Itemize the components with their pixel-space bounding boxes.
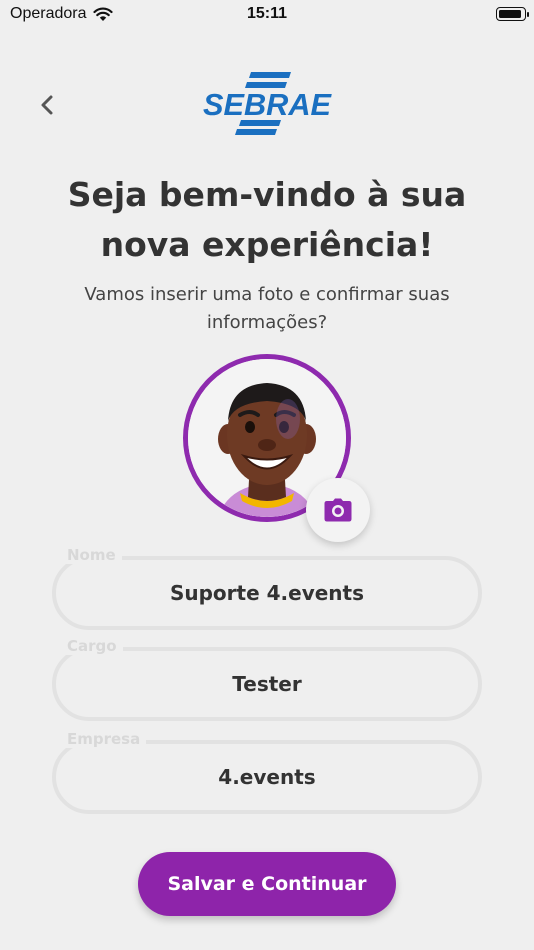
chevron-left-icon (41, 95, 53, 115)
change-photo-button[interactable] (306, 478, 370, 542)
sebrae-logo: SEBRAE (200, 70, 334, 136)
camera-icon (324, 498, 352, 522)
save-continue-button[interactable]: Salvar e Continuar (138, 852, 396, 916)
company-field-value[interactable]: 4.events (52, 740, 482, 814)
battery-level (498, 9, 522, 18)
welcome-title-line1: Seja bem-vindo à sua (67, 175, 467, 214)
name-field-value[interactable]: Suporte 4.events (52, 556, 482, 630)
battery-icon (496, 7, 529, 21)
welcome-subtitle: Vamos inserir uma foto e confirmar suas … (70, 281, 464, 337)
status-bar: Operadora 15:11 (0, 0, 534, 30)
status-time: 15:11 (246, 5, 288, 22)
role-field[interactable]: Cargo Tester (52, 637, 482, 721)
welcome-title: Seja bem-vindo à sua nova experiência! (20, 170, 514, 270)
name-field[interactable]: Nome Suporte 4.events (52, 546, 482, 630)
welcome-subtitle-line1: Vamos inserir uma foto e confirmar suas (84, 284, 450, 305)
back-button[interactable] (30, 88, 64, 122)
role-field-value[interactable]: Tester (52, 647, 482, 721)
company-field[interactable]: Empresa 4.events (52, 730, 482, 814)
welcome-title-line2: nova experiência! (100, 225, 434, 264)
welcome-subtitle-line2: informações? (206, 312, 328, 333)
logo-wordmark: SEBRAE (203, 87, 332, 122)
